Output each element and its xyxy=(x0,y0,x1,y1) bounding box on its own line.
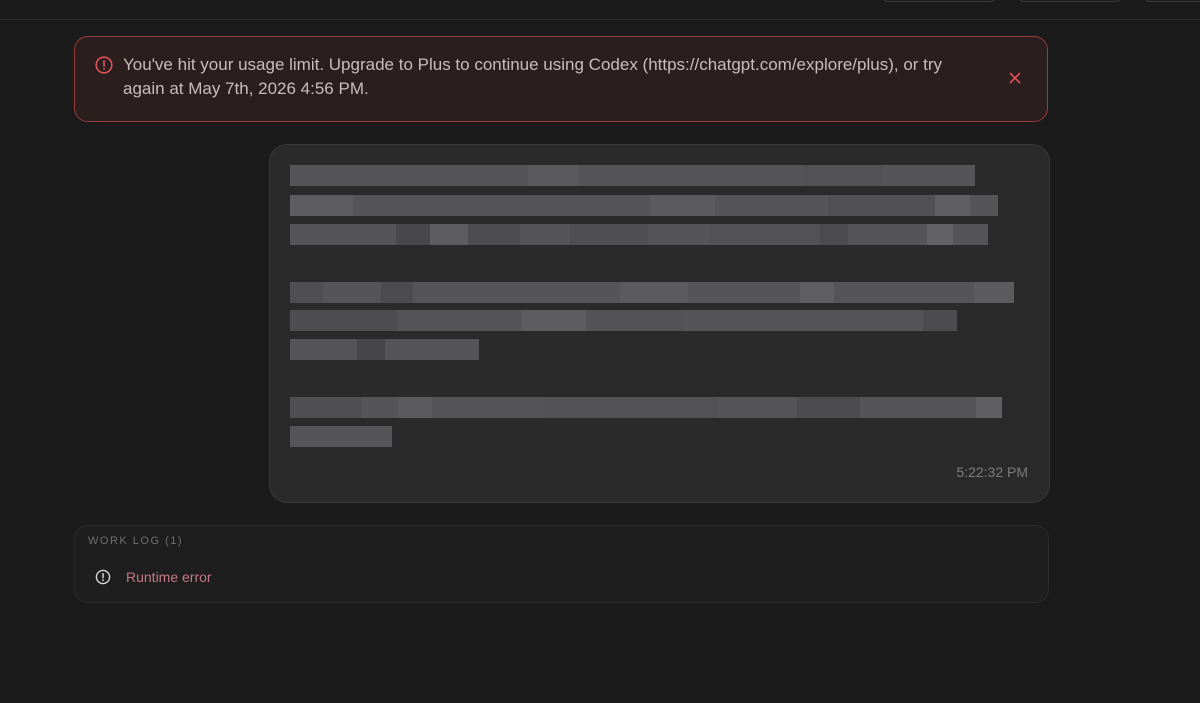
redacted-text xyxy=(290,310,957,331)
user-message-bubble: 5:22:32 PM xyxy=(269,144,1050,503)
alert-circle-icon xyxy=(95,56,113,74)
work-log-item[interactable]: Runtime error xyxy=(95,568,212,586)
redacted-text xyxy=(290,397,1002,418)
message-timestamp: 5:22:32 PM xyxy=(956,464,1028,480)
close-icon[interactable] xyxy=(1009,72,1021,84)
redacted-text xyxy=(290,165,975,186)
top-bar xyxy=(0,0,1200,20)
redacted-text xyxy=(290,339,479,360)
redacted-text xyxy=(290,195,998,216)
toolbar-button[interactable] xyxy=(882,0,996,2)
toolbar-button[interactable] xyxy=(1018,0,1122,2)
redacted-text xyxy=(290,426,392,447)
info-circle-icon xyxy=(95,569,111,585)
alert-message: You've hit your usage limit. Upgrade to … xyxy=(123,55,943,98)
toolbar-button[interactable] xyxy=(1144,0,1200,2)
redacted-text xyxy=(290,282,1014,303)
work-log-title: WORK LOG (1) xyxy=(88,535,184,547)
work-log-item-label: Runtime error xyxy=(126,569,212,585)
usage-limit-alert: You've hit your usage limit. Upgrade to … xyxy=(74,36,1048,122)
work-log-panel: WORK LOG (1) Runtime error xyxy=(74,525,1049,603)
redacted-text xyxy=(290,224,988,245)
